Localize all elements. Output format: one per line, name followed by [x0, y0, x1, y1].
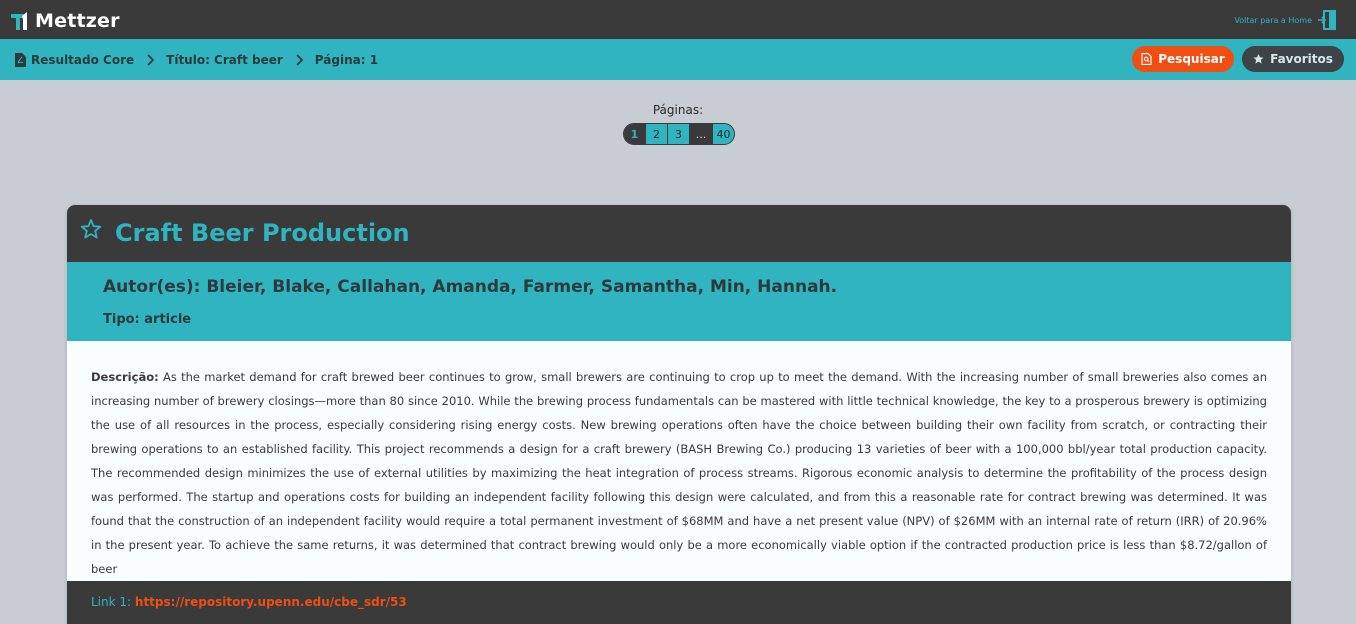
pagination-label: Páginas: [652, 103, 704, 117]
breadcrumb-item-pagina[interactable]: Página: 1 [315, 53, 378, 67]
page-button-1[interactable]: 1 [624, 124, 646, 144]
breadcrumb: Resultado Core Título: Craft beer Página… [15, 39, 378, 80]
breadcrumb-label: Página: 1 [314, 52, 379, 67]
result-card: Craft Beer Production Autor(es): Bleier,… [67, 205, 1291, 624]
page-button-3[interactable]: 3 [668, 124, 690, 144]
card-meta: Autor(es): Bleier, Blake, Callahan, Aman… [67, 262, 1291, 341]
link-label: Link 1: [91, 595, 132, 609]
breadcrumb-item-resultado[interactable]: Resultado Core [15, 52, 135, 67]
home-link-label: Voltar para a Home [1234, 15, 1312, 25]
page-button-2[interactable]: 2 [646, 124, 668, 144]
star-icon [1253, 53, 1264, 64]
logo-icon [11, 12, 27, 30]
door-icon [1318, 10, 1336, 30]
favorites-button-label: Favoritos [1270, 52, 1333, 66]
search-doc-icon [1141, 53, 1152, 65]
chevron-right-icon [296, 53, 304, 66]
top-navbar: Mettzer Voltar para a Home [0, 0, 1356, 39]
description-text: As the market demand for craft brewed be… [91, 370, 1267, 576]
card-header: Craft Beer Production [67, 205, 1291, 262]
record-type: Tipo: article [103, 312, 192, 327]
pdf-icon [15, 52, 26, 67]
favorites-button[interactable]: Favoritos [1242, 46, 1344, 72]
search-button[interactable]: Pesquisar [1132, 46, 1234, 72]
star-outline-icon[interactable] [80, 218, 102, 240]
record-link[interactable]: https://repository.upenn.edu/cbe_sdr/53 [135, 595, 407, 609]
record-authors: Autor(es): Bleier, Blake, Callahan, Aman… [103, 277, 838, 297]
description-label: Descrição: [91, 370, 159, 384]
search-button-label: Pesquisar [1158, 52, 1225, 66]
logo-text: Mettzer [35, 9, 120, 32]
breadcrumb-label: Título: Craft beer [166, 52, 283, 67]
page-ellipsis: ... [690, 124, 713, 144]
card-body: Descrição: As the market demand for craf… [67, 341, 1291, 581]
pagination: 1 2 3 ... 40 [623, 123, 735, 145]
breadcrumb-item-titulo[interactable]: Título: Craft beer [166, 53, 283, 67]
page-button-40[interactable]: 40 [713, 124, 734, 144]
breadcrumb-label: Resultado Core [31, 52, 135, 67]
home-link[interactable]: Voltar para a Home [1234, 9, 1338, 31]
card-footer: Link 1: https://repository.upenn.edu/cbe… [67, 581, 1291, 624]
logo[interactable]: Mettzer [10, 9, 120, 33]
record-title: Craft Beer Production [115, 219, 410, 247]
record-description: Descrição: As the market demand for craf… [91, 365, 1267, 581]
chevron-right-icon [147, 53, 155, 66]
